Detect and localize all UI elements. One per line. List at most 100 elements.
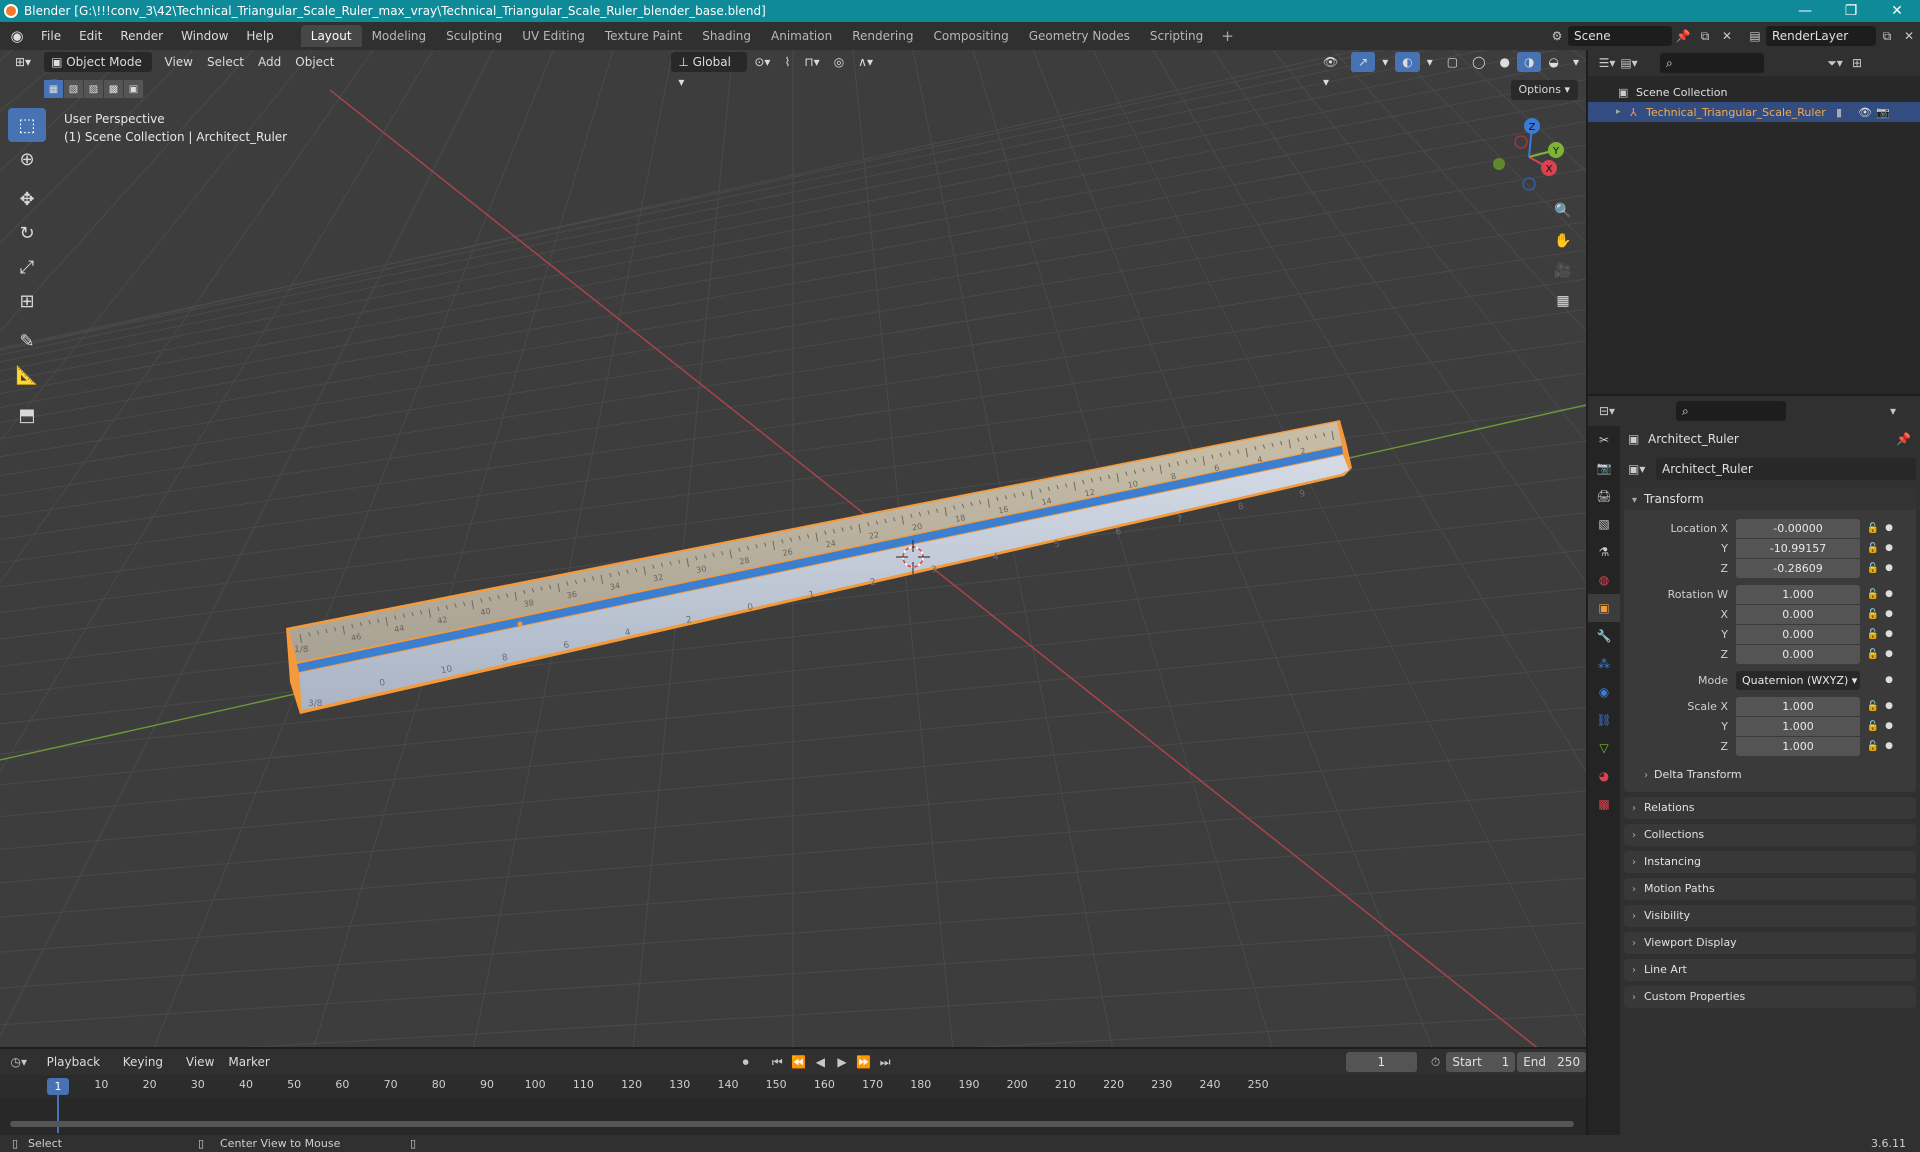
next-keyframe-icon[interactable]: ⏩: [853, 1052, 875, 1072]
timeline-editor-type-icon[interactable]: ◷▾: [8, 1052, 30, 1072]
keyframe-dot-icon[interactable]: ●: [1882, 629, 1896, 639]
render-camera-icon[interactable]: 📷: [1876, 106, 1894, 119]
end-frame-field[interactable]: End 250: [1517, 1052, 1587, 1072]
move-tool-icon[interactable]: ✥: [8, 182, 46, 216]
scale-x-field[interactable]: 1.000: [1736, 696, 1860, 716]
rotate-tool-icon[interactable]: ↻: [8, 216, 46, 250]
play-icon[interactable]: ▶: [831, 1052, 853, 1072]
rotation-w-field[interactable]: 1.000: [1736, 584, 1860, 604]
record-icon[interactable]: ⏺: [735, 1052, 757, 1072]
filter-icon[interactable]: ⏷▾: [1824, 53, 1846, 73]
new-view-layer-icon[interactable]: ⧉: [1876, 26, 1898, 46]
pin-icon[interactable]: 📌: [1672, 26, 1694, 46]
maximize-button[interactable]: ❐: [1828, 0, 1874, 22]
marker-menu[interactable]: Marker: [221, 1052, 276, 1072]
lock-icon[interactable]: 🔓: [1864, 563, 1882, 574]
tab-scripting[interactable]: Scripting: [1140, 25, 1213, 47]
ortho-grid-icon[interactable]: ▦: [1550, 288, 1576, 314]
jump-end-icon[interactable]: ⏭: [874, 1052, 896, 1072]
keyframe-dot-icon[interactable]: ●: [1882, 675, 1896, 685]
add-cube-tool-icon[interactable]: ⬒: [8, 398, 46, 432]
mode-dropdown[interactable]: ▣ Object Mode ▾: [44, 52, 152, 89]
scene-field[interactable]: Scene: [1568, 26, 1672, 46]
tab-layout[interactable]: Layout: [300, 25, 362, 47]
gizmo-neg-y-dot[interactable]: [1493, 158, 1505, 170]
rendered-shading-icon[interactable]: ◒: [1541, 52, 1565, 72]
visibility-icon[interactable]: 👁▾: [1316, 52, 1351, 89]
keyframe-dot-icon[interactable]: ●: [1882, 523, 1896, 533]
navigation-gizmo[interactable]: Z Y X: [1484, 112, 1574, 202]
keyframe-dot-icon[interactable]: ●: [1882, 543, 1896, 553]
editor-type-icon[interactable]: ⊞▾: [8, 52, 38, 72]
scale-tool-icon[interactable]: ⤢: [8, 250, 46, 284]
outliner-search-input[interactable]: ⌕: [1660, 53, 1764, 73]
select-intersect-icon[interactable]: ▣: [124, 80, 143, 98]
tool-tab-icon[interactable]: ✂: [1588, 426, 1620, 454]
tree-object-row[interactable]: ▸ ⅄ Technical_Triangular_Scale_Ruler ▮ 👁…: [1588, 102, 1920, 122]
snap-target-icon[interactable]: ⊓▾: [797, 52, 826, 72]
rotation-x-field[interactable]: 0.000: [1736, 604, 1860, 624]
add-workspace-button[interactable]: +: [1213, 27, 1242, 45]
outliner-editor-type-icon[interactable]: ☰▾: [1596, 53, 1618, 73]
tab-uv-editing[interactable]: UV Editing: [512, 25, 595, 47]
tab-shading[interactable]: Shading: [692, 25, 761, 47]
shading-dropdown-icon[interactable]: ▾: [1566, 52, 1586, 72]
keyframe-dot-icon[interactable]: ●: [1882, 589, 1896, 599]
playhead-line[interactable]: [57, 1095, 59, 1133]
tree-scene-collection[interactable]: ▣ Scene Collection: [1588, 82, 1920, 102]
timeline-view-menu[interactable]: View: [179, 1052, 221, 1072]
tab-modeling[interactable]: Modeling: [362, 25, 437, 47]
wireframe-shading-icon[interactable]: ◯: [1465, 52, 1492, 72]
3d-viewport[interactable]: 46 44 42 40 38 36 34 32 30 28 26 24 22 20 18 16 14 12 10 8 6…: [0, 50, 1586, 1047]
orientation-dropdown[interactable]: ⊥ Global ▾: [671, 52, 748, 89]
material-shading-icon[interactable]: ◑: [1517, 52, 1542, 72]
particles-tab-icon[interactable]: ⁂: [1588, 650, 1620, 678]
menu-help[interactable]: Help: [237, 22, 282, 50]
solid-shading-icon[interactable]: ●: [1493, 52, 1517, 72]
cursor-tool-icon[interactable]: ⊕: [8, 142, 46, 176]
camera-view-icon[interactable]: 🎥: [1550, 258, 1576, 284]
select-extend-icon[interactable]: ▧: [64, 80, 83, 98]
render-tab-icon[interactable]: 📷: [1588, 454, 1620, 482]
material-tab-icon[interactable]: ◕: [1588, 762, 1620, 790]
menu-render[interactable]: Render: [111, 22, 172, 50]
menu-object[interactable]: Object: [288, 52, 341, 72]
lock-icon[interactable]: 🔓: [1864, 609, 1882, 620]
tab-sculpting[interactable]: Sculpting: [436, 25, 512, 47]
output-tab-icon[interactable]: 🖨: [1588, 482, 1620, 510]
keyframe-dot-icon[interactable]: ●: [1882, 741, 1896, 751]
lock-icon[interactable]: 🔓: [1864, 543, 1882, 554]
scene-icon[interactable]: ⚙: [1546, 26, 1568, 46]
motion-paths-panel[interactable]: › Motion Paths: [1624, 878, 1916, 900]
pivot-icon[interactable]: ⊙▾: [747, 52, 777, 72]
overlay-dropdown-icon[interactable]: ▾: [1420, 52, 1440, 72]
pan-hand-icon[interactable]: ✋: [1550, 228, 1576, 254]
prev-keyframe-icon[interactable]: ⏪: [788, 1052, 810, 1072]
lock-icon[interactable]: 🔓: [1864, 721, 1882, 732]
location-x-field[interactable]: -0.00000: [1736, 518, 1860, 538]
transform-panel-header[interactable]: ▾ Transform: [1624, 488, 1916, 510]
texture-tab-icon[interactable]: ▩: [1588, 790, 1620, 818]
lock-icon[interactable]: 🔓: [1864, 589, 1882, 600]
select-new-icon[interactable]: ▦: [44, 80, 63, 98]
relations-panel[interactable]: › Relations: [1624, 797, 1916, 819]
expand-arrow-icon[interactable]: ▸: [1616, 107, 1630, 117]
timeline-scrollbar[interactable]: [10, 1121, 1574, 1127]
world-tab-icon[interactable]: ◍: [1588, 566, 1620, 594]
object-tab-icon[interactable]: ▣: [1588, 594, 1620, 622]
stopwatch-icon[interactable]: ⏱: [1425, 1052, 1447, 1072]
line-art-panel[interactable]: › Line Art: [1624, 959, 1916, 981]
proportional-edit-icon[interactable]: ◎: [827, 52, 851, 72]
gizmo-neg-x-dot[interactable]: [1514, 135, 1528, 149]
start-frame-field[interactable]: Start 1: [1446, 1052, 1516, 1072]
menu-add[interactable]: Add: [251, 52, 288, 72]
select-invert-icon[interactable]: ▩: [104, 80, 123, 98]
rotation-z-field[interactable]: 0.000: [1736, 644, 1860, 664]
keyframe-dot-icon[interactable]: ●: [1882, 721, 1896, 731]
current-frame-indicator[interactable]: 1: [47, 1078, 69, 1095]
view-layer-field[interactable]: RenderLayer: [1766, 26, 1876, 46]
rotation-mode-dropdown[interactable]: Quaternion (WXYZ) ▾: [1736, 670, 1860, 690]
scale-y-field[interactable]: 1.000: [1736, 716, 1860, 736]
menu-window[interactable]: Window: [172, 22, 237, 50]
location-z-field[interactable]: -0.28609: [1736, 558, 1860, 578]
